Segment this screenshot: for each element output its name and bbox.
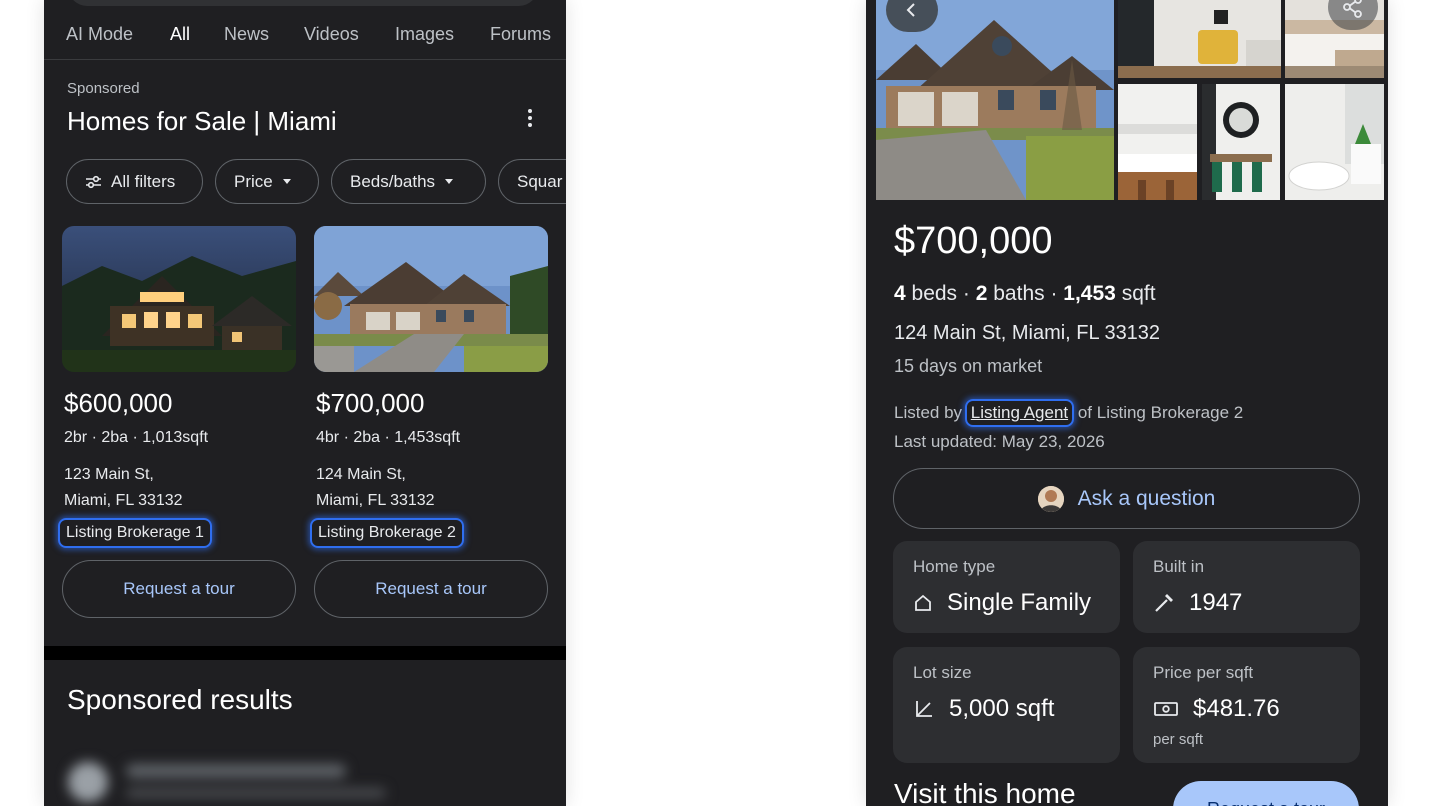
price-chip[interactable]: Price (215, 159, 319, 204)
sponsored-results-heading: Sponsored results (67, 684, 293, 715)
chip-label: Price (234, 171, 273, 191)
all-filters-chip[interactable]: All filters (66, 159, 203, 204)
listing-specs: 4br · 2ba · 1,453sqft (316, 429, 461, 446)
fact-label: Built in (1153, 557, 1205, 576)
blurred-text (126, 764, 346, 778)
fact-value: 1947 (1153, 589, 1242, 617)
fact-card-built-in: Built in 1947 (1133, 541, 1360, 633)
caret-down-icon (445, 179, 454, 184)
search-results-panel: AI Mode All News Videos Images Forums Sp… (44, 0, 566, 806)
request-tour-button[interactable]: Request a tour (314, 560, 548, 618)
gallery-photo[interactable] (1118, 0, 1281, 78)
blurred-text (126, 788, 386, 798)
chevron-left-icon (906, 3, 915, 17)
fact-card-price-per-sqft: Price per sqft $481.76 per sqft (1133, 647, 1360, 763)
address-line-2: Miami, FL 33132 (64, 492, 183, 509)
search-tabs: AI Mode All News Videos Images Forums (44, 24, 566, 60)
baths-count: 2 (975, 282, 988, 305)
gallery-photo[interactable] (1118, 84, 1197, 200)
fact-card-lot-size: Lot size 5,000 sqft (893, 647, 1120, 763)
tab-videos[interactable]: Videos (304, 24, 359, 45)
address-line-1: 123 Main St, (64, 466, 154, 483)
baths-label: baths · (987, 282, 1064, 305)
search-bar[interactable] (68, 0, 538, 6)
share-icon (1343, 0, 1362, 18)
tab-all[interactable]: All (170, 24, 190, 45)
request-tour-button[interactable]: Request a tour (62, 560, 296, 618)
fact-value-text: 5,000 sqft (949, 695, 1055, 722)
beds-label: beds · (905, 282, 976, 305)
sqft-label: sqft (1115, 282, 1156, 305)
listing-photo[interactable] (314, 226, 548, 372)
ask-question-label: Ask a question (1077, 486, 1216, 510)
fact-label: Lot size (913, 663, 972, 682)
section-title: Homes for Sale | Miami (67, 106, 337, 136)
fact-value: Single Family (913, 589, 1091, 617)
tab-ai-mode[interactable]: AI Mode (66, 24, 133, 45)
listed-by-prefix: Listed by (894, 403, 967, 422)
sqft-count: 1,453 (1063, 282, 1116, 305)
request-tour-button[interactable]: Request a tour (1173, 781, 1359, 806)
fact-label: Home type (913, 557, 996, 576)
lot-size-icon (916, 701, 932, 717)
fact-label: Price per sqft (1153, 663, 1254, 682)
listed-by-suffix: of Listing Brokerage 2 (1073, 403, 1244, 422)
beds-baths-chip[interactable]: Beds/baths (331, 159, 486, 204)
listing-detail-panel: $700,000 4 beds · 2 baths · 1,453 sqft 1… (866, 0, 1388, 806)
chip-label: Squar (517, 171, 563, 191)
listed-by: Listed by Listing Agent of Listing Broke… (894, 399, 1243, 427)
listing-specs: 2br · 2ba · 1,013sqft (64, 429, 209, 446)
listing-card[interactable]: $600,000 2br · 2ba · 1,013sqft 123 Main … (58, 226, 296, 618)
detail-price: $700,000 (894, 220, 1053, 262)
hammer-icon (1155, 594, 1173, 612)
listing-brokerage-link[interactable]: Listing Brokerage 1 (58, 518, 212, 548)
fact-value-text: Single Family (947, 589, 1092, 616)
sponsored-label: Sponsored (67, 80, 140, 97)
listing-address: 124 Main St, Miami, FL 33132 (316, 462, 435, 514)
gallery-photo[interactable] (1285, 84, 1384, 200)
days-on-market: 15 days on market (894, 356, 1043, 376)
more-options-icon[interactable] (520, 106, 540, 134)
fact-value: $481.76 (1153, 695, 1280, 723)
listing-agent-link[interactable]: Listing Agent (964, 399, 1075, 427)
house-icon (915, 594, 931, 611)
listing-address: 123 Main St, Miami, FL 33132 (64, 462, 183, 514)
tune-icon (86, 175, 101, 188)
square-feet-chip[interactable]: Squar (498, 159, 566, 204)
gallery-photo[interactable] (1202, 84, 1280, 200)
listing-price: $700,000 (316, 388, 425, 418)
address-line-1: 124 Main St, (316, 466, 406, 483)
detail-specs: 4 beds · 2 baths · 1,453 sqft (894, 282, 1156, 306)
blurred-result (62, 752, 402, 806)
fact-value: 5,000 sqft (913, 695, 1054, 723)
tab-news[interactable]: News (224, 24, 269, 45)
avatar (68, 762, 108, 802)
caret-down-icon (282, 179, 291, 184)
fact-card-home-type: Home type Single Family (893, 541, 1120, 633)
avatar (1037, 485, 1064, 512)
detail-address: 124 Main St, Miami, FL 33132 (894, 322, 1161, 344)
address-line-2: Miami, FL 33132 (316, 492, 435, 509)
cash-icon (1154, 702, 1178, 716)
visit-home-heading: Visit this home (894, 778, 1076, 806)
listing-brokerage-link[interactable]: Listing Brokerage 2 (310, 518, 464, 548)
fact-value-text: $481.76 (1193, 695, 1280, 722)
photo-gallery (876, 0, 1384, 200)
ask-question-button[interactable]: Ask a question (893, 468, 1360, 529)
fact-value-text: 1947 (1189, 589, 1243, 616)
section-divider (44, 646, 566, 660)
fact-sub-label: per sqft (1153, 731, 1204, 748)
listing-price: $600,000 (64, 388, 173, 418)
chip-label: All filters (111, 171, 176, 191)
chip-label: Beds/baths (350, 171, 436, 191)
listing-card[interactable]: $700,000 4br · 2ba · 1,453sqft 124 Main … (310, 226, 548, 618)
tab-forums[interactable]: Forums (490, 24, 551, 45)
last-updated: Last updated: May 23, 2026 (894, 432, 1105, 451)
tab-images[interactable]: Images (395, 24, 454, 45)
listing-photo[interactable] (62, 226, 296, 372)
beds-count: 4 (894, 282, 906, 305)
